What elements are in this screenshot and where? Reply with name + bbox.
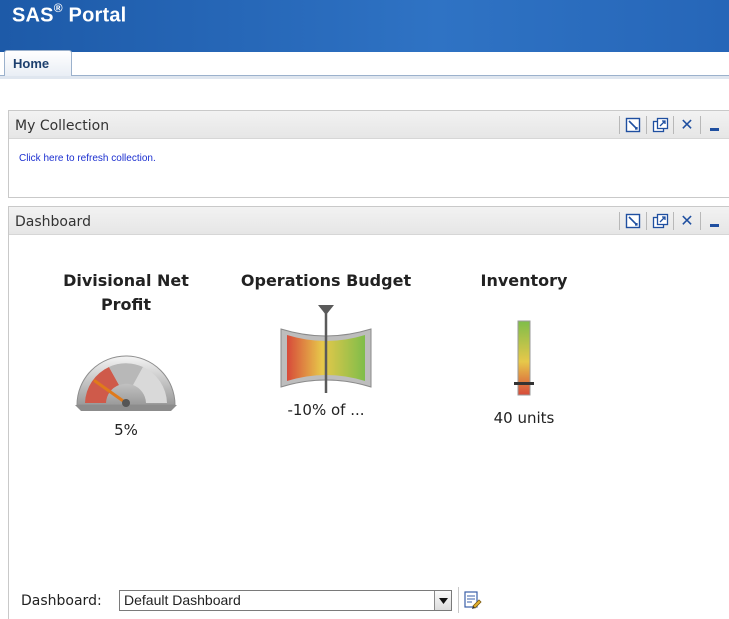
bowtie-gauge (280, 305, 372, 393)
gauge-divisional-net-profit[interactable]: Divisional Net Profit 5% (51, 269, 201, 439)
edit-dashboard-icon[interactable] (463, 590, 483, 610)
portlet-title: Dashboard (15, 214, 91, 230)
toolbar-divider (673, 116, 674, 134)
refresh-collection-link[interactable]: Click here to refresh collection. (19, 153, 156, 164)
toolbar-divider (458, 587, 459, 613)
gauge-title-line1: Inventory (480, 271, 568, 290)
portal-title: SAS® Portal (12, 1, 127, 28)
gauge-operations-budget[interactable]: Operations Budget -10% of ... (231, 269, 421, 419)
toolbar-divider (619, 212, 620, 230)
toolbar-divider (646, 116, 647, 134)
gauge-title: Divisional Net Profit (51, 269, 201, 317)
portlet-toolbar: ✕ (615, 211, 723, 231)
gauge-title-line1: Operations Budget (240, 271, 412, 290)
close-glyph: ✕ (680, 211, 694, 230)
brand-name: SAS (12, 4, 54, 27)
edit-icon[interactable] (624, 116, 642, 134)
portlet-title: My Collection (15, 118, 110, 134)
toolbar-divider (619, 116, 620, 134)
dashboard-selector-label: Dashboard: (21, 593, 102, 609)
dashboard-portlet: Dashboard ✕ Divisional Net Profit 5% Ope… (8, 206, 729, 619)
portal-banner: SAS® Portal (0, 0, 729, 52)
close-glyph: ✕ (680, 115, 694, 134)
minimize-glyph (709, 223, 719, 227)
tab-bar (0, 75, 729, 79)
gauge-title: Inventory (469, 269, 579, 293)
gauge-value: 40 units (493, 409, 555, 427)
minimize-glyph (709, 127, 719, 131)
portlet-toolbar: ✕ (615, 115, 723, 135)
gauge-inventory[interactable]: Inventory 40 units (469, 269, 579, 427)
gauge-title-line1: Divisional Net (63, 271, 189, 290)
close-icon[interactable]: ✕ (678, 116, 696, 134)
tab-home[interactable]: Home (4, 50, 72, 76)
speedometer-gauge (75, 355, 177, 411)
slider-gauge (514, 320, 534, 396)
gauge-value: -10% of ... (287, 401, 365, 419)
gauge-value: 5% (114, 421, 138, 439)
toolbar-divider (700, 116, 701, 134)
toolbar-divider (673, 212, 674, 230)
popout-icon[interactable] (651, 212, 669, 230)
toolbar-divider (646, 212, 647, 230)
dashboard-select-value: Default Dashboard (124, 592, 241, 608)
my-collection-portlet: My Collection ✕ Click here to refresh co… (8, 110, 729, 198)
product-name: Portal (68, 4, 127, 27)
portlet-header: My Collection ✕ (9, 111, 729, 139)
portlet-header: Dashboard ✕ (9, 207, 729, 235)
minimize-icon[interactable] (705, 116, 723, 134)
dropdown-arrow-icon[interactable] (434, 591, 451, 610)
minimize-icon[interactable] (705, 212, 723, 230)
registered-mark: ® (53, 1, 63, 15)
gauge-title: Operations Budget (231, 269, 421, 293)
close-icon[interactable]: ✕ (678, 212, 696, 230)
gauge-title-line2: Profit (100, 295, 152, 314)
edit-icon[interactable] (624, 212, 642, 230)
popout-icon[interactable] (651, 116, 669, 134)
dashboard-select[interactable]: Default Dashboard (119, 590, 452, 611)
toolbar-divider (700, 212, 701, 230)
